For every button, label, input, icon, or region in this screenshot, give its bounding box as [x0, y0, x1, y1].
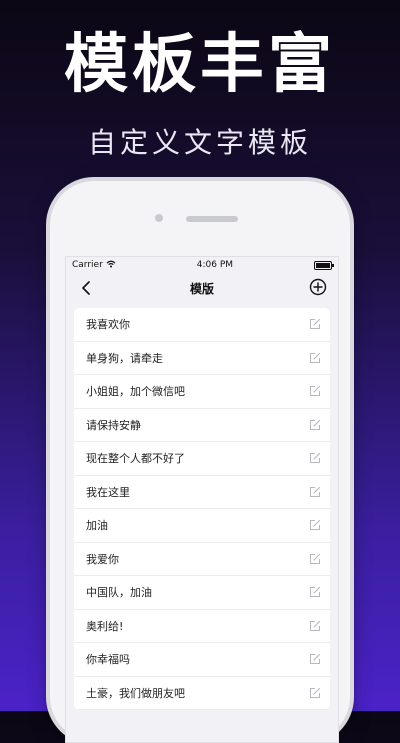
template-text: 奥利给! — [86, 619, 124, 633]
template-row[interactable]: 请保持安静 — [74, 409, 330, 442]
carrier-label: Carrier — [72, 260, 103, 270]
navigation-bar: 模版 — [66, 273, 338, 303]
edit-icon[interactable] — [308, 518, 322, 532]
back-button[interactable] — [76, 278, 96, 298]
battery-icon — [313, 260, 334, 270]
template-text: 中国队，加油 — [86, 586, 152, 600]
template-row[interactable]: 我爱你 — [74, 543, 330, 576]
phone-frame: Carrier 4:06 PM 模版 我喜欢你 单身狗，请牵走 小姐姐，加个微信… — [50, 181, 350, 743]
promo-subline: 自定义文字模板 — [87, 126, 312, 159]
edit-icon[interactable] — [308, 585, 322, 599]
template-text: 我在这里 — [86, 485, 130, 499]
edit-icon[interactable] — [308, 451, 322, 465]
page-title: 模版 — [189, 281, 214, 296]
earpiece-speaker — [186, 216, 238, 222]
edit-icon[interactable] — [308, 619, 322, 633]
template-row[interactable]: 现在整个人都不好了 — [74, 442, 330, 476]
edit-icon[interactable] — [308, 485, 322, 499]
wifi-icon — [106, 260, 116, 271]
plus-circle-icon — [309, 278, 327, 296]
template-row[interactable]: 你幸福吗 — [74, 643, 330, 677]
edit-icon[interactable] — [308, 686, 322, 700]
template-text: 土豪，我们做朋友吧 — [86, 686, 185, 700]
edit-icon[interactable] — [308, 652, 322, 666]
template-text: 单身狗，请牵走 — [86, 351, 163, 365]
edit-icon[interactable] — [308, 351, 322, 365]
template-text: 加油 — [86, 519, 108, 533]
template-text: 请保持安静 — [86, 418, 141, 432]
template-row[interactable]: 我喜欢你 — [74, 308, 330, 342]
edit-icon[interactable] — [308, 552, 322, 566]
template-row[interactable]: 我在这里 — [74, 476, 330, 509]
template-row[interactable]: 单身狗，请牵走 — [74, 342, 330, 375]
template-row[interactable]: 奥利给! — [74, 610, 330, 643]
template-text: 你幸福吗 — [86, 653, 130, 667]
promo-headline: 模板丰富 — [64, 28, 336, 102]
template-text: 我爱你 — [86, 552, 119, 566]
template-row[interactable]: 土豪，我们做朋友吧 — [74, 677, 330, 710]
add-template-button[interactable] — [308, 277, 328, 297]
template-list: 我喜欢你单身狗，请牵走小姐姐，加个微信吧 请保持安静现在整个人都不好了 我在这里加油… — [74, 308, 330, 710]
template-text: 小姐姐，加个微信吧 — [86, 385, 185, 399]
front-camera — [155, 214, 163, 222]
edit-icon[interactable] — [308, 384, 322, 398]
edit-icon[interactable] — [308, 418, 322, 432]
phone-screen: Carrier 4:06 PM 模版 我喜欢你 单身狗，请牵走 小姐姐，加个微信… — [65, 256, 339, 743]
template-row[interactable]: 中国队，加油 — [74, 576, 330, 610]
status-bar: Carrier 4:06 PM — [66, 257, 338, 273]
edit-icon[interactable] — [308, 317, 322, 331]
template-row[interactable]: 小姐姐，加个微信吧 — [74, 375, 330, 409]
template-text: 我喜欢你 — [86, 318, 130, 332]
chevron-left-icon — [82, 281, 90, 295]
template-text: 现在整个人都不好了 — [86, 452, 185, 466]
template-row[interactable]: 加油 — [74, 509, 330, 543]
status-time: 4:06 PM — [196, 260, 234, 270]
